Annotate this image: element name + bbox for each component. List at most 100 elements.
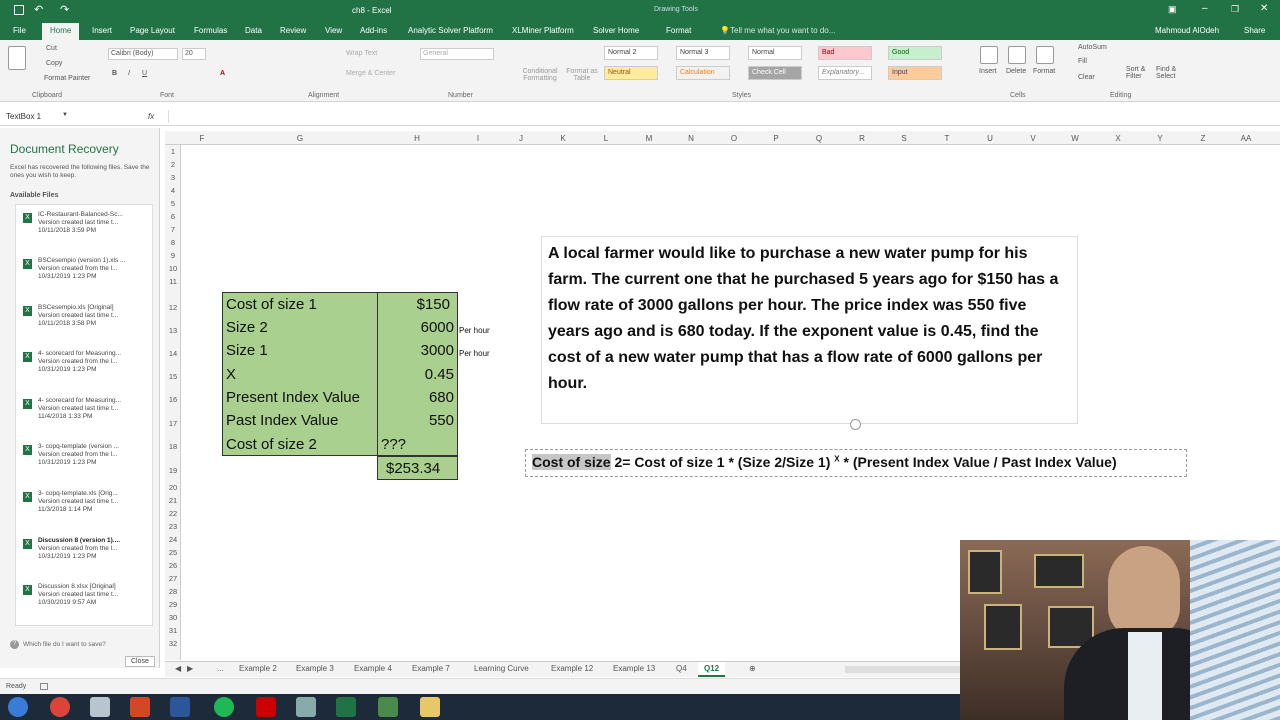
which-file-link[interactable]: Which file do I want to save? xyxy=(23,641,106,648)
name-box[interactable]: TextBox 1 xyxy=(6,112,66,121)
row-header[interactable]: 3 xyxy=(165,173,181,182)
column-header[interactable]: R xyxy=(859,134,865,143)
tell-me-input[interactable]: Tell me what you want to do... xyxy=(730,26,835,35)
windows-start-icon[interactable] xyxy=(8,697,28,717)
file-explorer-icon[interactable] xyxy=(90,697,110,717)
sort-filter-button[interactable]: Sort & Filter xyxy=(1126,66,1152,80)
tab-example-13[interactable]: Example 13 xyxy=(613,664,655,673)
column-header[interactable]: W xyxy=(1071,134,1079,143)
tab-more[interactable]: ... xyxy=(217,664,224,673)
row-header[interactable]: 9 xyxy=(165,251,181,260)
row-header[interactable]: 18 xyxy=(165,442,181,451)
row-header[interactable]: 11 xyxy=(165,277,181,286)
style-bad[interactable]: Bad xyxy=(818,46,872,60)
table-value-cost-size-1[interactable]: $150 xyxy=(417,296,450,313)
underline-button[interactable]: U xyxy=(142,70,147,77)
chrome-icon[interactable] xyxy=(50,697,70,717)
excel-icon[interactable] xyxy=(336,697,356,717)
app-icon[interactable] xyxy=(296,697,316,717)
style-normal-2[interactable]: Normal 2 xyxy=(604,46,658,60)
table-label-cost-size-2[interactable]: Cost of size 2 xyxy=(226,436,317,453)
fill-button[interactable]: Fill xyxy=(1078,58,1087,65)
tab-analytic-solver[interactable]: Analytic Solver Platform xyxy=(408,26,493,35)
table-label-cost-size-1[interactable]: Cost of size 1 xyxy=(226,296,317,313)
row-header[interactable]: 14 xyxy=(165,349,181,358)
row-header[interactable]: 19 xyxy=(165,466,181,475)
sheet-nav-prev-icon[interactable]: ◀ xyxy=(175,664,181,673)
table-value-size-1[interactable]: 3000 xyxy=(421,342,454,359)
spotify-icon[interactable] xyxy=(214,697,234,717)
problem-textbox[interactable]: A local farmer would like to purchase a … xyxy=(541,236,1078,424)
column-header[interactable]: G xyxy=(297,134,303,143)
style-normal[interactable]: Normal xyxy=(748,46,802,60)
row-header[interactable]: 30 xyxy=(165,613,181,622)
tab-example-4[interactable]: Example 4 xyxy=(354,664,392,673)
wrap-text-button[interactable]: Wrap Text xyxy=(346,50,377,57)
column-header[interactable]: V xyxy=(1030,134,1035,143)
tab-page-layout[interactable]: Page Layout xyxy=(130,26,175,35)
tab-review[interactable]: Review xyxy=(280,26,306,35)
column-header[interactable]: Y xyxy=(1157,134,1162,143)
tab-insert[interactable]: Insert xyxy=(92,26,112,35)
row-header[interactable]: 2 xyxy=(165,160,181,169)
share-button[interactable]: Share xyxy=(1244,26,1265,35)
column-header[interactable]: N xyxy=(688,134,694,143)
tab-view[interactable]: View xyxy=(325,26,342,35)
redo-icon[interactable]: ↷ xyxy=(60,3,69,16)
delete-cells-button[interactable]: Delete xyxy=(1006,68,1026,75)
style-check-cell[interactable]: Check Cell xyxy=(748,66,802,80)
folder-icon[interactable] xyxy=(420,697,440,717)
row-header[interactable]: 27 xyxy=(165,574,181,583)
row-header[interactable]: 4 xyxy=(165,186,181,195)
add-sheet-icon[interactable]: ⊕ xyxy=(749,664,756,673)
format-as-table-button[interactable]: Format as Table xyxy=(566,68,598,82)
table-label-x[interactable]: X xyxy=(226,366,236,383)
table-label-size-2[interactable]: Size 2 xyxy=(226,319,268,336)
per-hour-note[interactable]: Per hour xyxy=(459,349,490,358)
cut-button[interactable]: Cut xyxy=(46,45,57,52)
row-header[interactable]: 13 xyxy=(165,326,181,335)
horizontal-scrollbar[interactable] xyxy=(845,666,965,673)
recovered-file[interactable]: X Discussion 8.xlsx [Original] Version cre… xyxy=(23,583,158,607)
style-calculation[interactable]: Calculation xyxy=(676,66,730,80)
name-box-dropdown-icon[interactable]: ▼ xyxy=(62,112,68,118)
table-value-past-index[interactable]: 550 xyxy=(429,412,454,429)
tab-example-3[interactable]: Example 3 xyxy=(296,664,334,673)
user-name[interactable]: Mahmoud AlOdeh xyxy=(1155,26,1219,35)
row-header[interactable]: 16 xyxy=(165,395,181,404)
tab-learning-curve[interactable]: Learning Curve xyxy=(474,664,529,673)
table-value-present-index[interactable]: 680 xyxy=(429,389,454,406)
row-header[interactable]: 28 xyxy=(165,587,181,596)
column-header[interactable]: U xyxy=(987,134,993,143)
table-label-size-1[interactable]: Size 1 xyxy=(226,342,268,359)
conditional-formatting-button[interactable]: Conditional Formatting xyxy=(518,68,562,82)
font-size-select[interactable]: 20 xyxy=(182,48,206,60)
tab-example-12[interactable]: Example 12 xyxy=(551,664,593,673)
row-header[interactable]: 31 xyxy=(165,626,181,635)
row-header[interactable]: 10 xyxy=(165,264,181,273)
style-explanatory[interactable]: Explanatory... xyxy=(818,66,872,80)
row-header[interactable]: 6 xyxy=(165,212,181,221)
row-header[interactable]: 12 xyxy=(165,303,181,312)
tab-add-ins[interactable]: Add-ins xyxy=(360,26,387,35)
row-header[interactable]: 29 xyxy=(165,600,181,609)
fx-icon[interactable]: fx xyxy=(148,112,154,121)
close-recovery-button[interactable]: Close xyxy=(125,656,155,667)
save-icon[interactable] xyxy=(14,5,24,15)
table-value-x[interactable]: 0.45 xyxy=(425,366,454,383)
row-header[interactable]: 23 xyxy=(165,522,181,531)
format-cells-icon[interactable] xyxy=(1036,46,1054,64)
tab-q4[interactable]: Q4 xyxy=(676,664,687,673)
column-header[interactable]: M xyxy=(646,134,653,143)
tab-solver-home[interactable]: Solver Home xyxy=(593,26,639,35)
rotate-handle-icon[interactable] xyxy=(850,419,861,430)
column-header[interactable]: H xyxy=(414,134,420,143)
row-header[interactable]: 22 xyxy=(165,509,181,518)
tab-home[interactable]: Home xyxy=(42,23,80,40)
app-icon[interactable] xyxy=(256,697,276,717)
recovered-file[interactable]: X 4- scorecard for Measuring... Version cr… xyxy=(23,350,158,374)
insert-cells-icon[interactable] xyxy=(980,46,998,64)
row-header[interactable]: 21 xyxy=(165,496,181,505)
formula-input[interactable] xyxy=(168,110,1268,123)
table-value-cost-size-2[interactable]: ??? xyxy=(381,436,406,453)
